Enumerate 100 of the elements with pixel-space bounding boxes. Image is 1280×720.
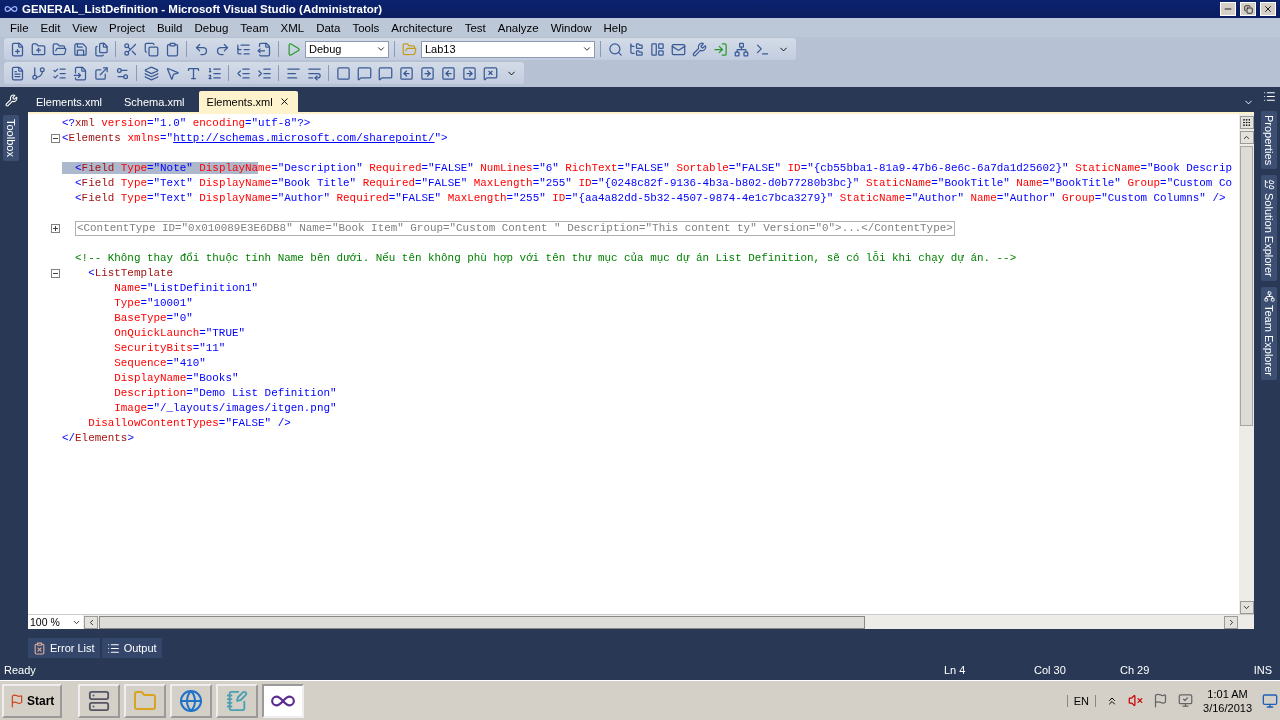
scrollbar-thumb[interactable] (1240, 146, 1253, 426)
document-tab[interactable]: Elements.xml (198, 91, 298, 112)
file-arrow-icon[interactable] (255, 40, 273, 58)
caret-icon (376, 44, 386, 54)
menu-item[interactable]: Debug (188, 21, 235, 34)
list-icon (106, 641, 120, 655)
project-dropdown[interactable]: Lab13 (421, 40, 595, 58)
collapse-icon[interactable] (50, 269, 60, 278)
menu-item[interactable]: Architecture (385, 21, 459, 34)
arrow-left-icon[interactable] (439, 64, 457, 82)
configuration-dropdown[interactable]: Debug (305, 40, 389, 58)
infinity-icon[interactable] (262, 683, 305, 718)
side-tab[interactable]: Team Explorer (1261, 286, 1277, 380)
show-desktop-icon[interactable] (1262, 692, 1278, 709)
code-line: DisplayName="Books" (113, 371, 239, 386)
collapsed-code[interactable]: <ContentType ID="0x010089E3E6DB8" Name="Book Item" Group="Custom Content " Description="This content ty" Version="0">...</ContentType> (75, 221, 955, 236)
panel-icon[interactable] (648, 40, 666, 58)
menu-item[interactable]: Test (458, 21, 492, 34)
close-icon[interactable] (278, 96, 290, 107)
code-line: SecurityBits="11" (113, 341, 226, 356)
side-tab[interactable]: Solution Explorer (1261, 175, 1277, 281)
menu-item[interactable]: Help (597, 21, 634, 34)
copy-icon[interactable] (142, 40, 160, 58)
menu-item[interactable]: View (66, 21, 104, 34)
side-tab[interactable]: Toolbox (3, 115, 19, 161)
flag-icon (10, 693, 24, 708)
restore-icon (1243, 4, 1253, 14)
document-tab[interactable]: Schema.xml (116, 91, 193, 112)
volume-muted-icon[interactable] (1128, 693, 1144, 708)
code-line: <Field Type="Text" DisplayName="Author" Required="FALSE" MaxLength="255" ID="{aa4a82dd-5b32-4507-9874-4e1c7bca3279}" StaticName="Author" Name="Author" Group="Custom Columns" /> (74, 191, 1226, 206)
split-handle-icon[interactable] (1239, 116, 1254, 129)
code-line: OnQuickLaunch="TRUE" (113, 326, 245, 341)
add-folder-icon[interactable] (29, 40, 47, 58)
tool-window-tab[interactable]: Error List (28, 638, 100, 658)
restore-button[interactable] (1240, 2, 1256, 16)
code-line: <Field Type="Note" DisplayName="Description" Required="FALSE" NumLines="6" RichText="FALSE" Sortable="FALSE" ID="{cb55bba1-81a9-47b6-8e6c-6a7da1d25602}" StaticName="Book Descrip (62, 161, 1232, 176)
document-tab[interactable]: Elements.xml (28, 91, 111, 112)
tools-icon[interactable] (2, 91, 20, 109)
open-folder-icon[interactable] (50, 40, 68, 58)
menu-item[interactable]: Analyze (491, 21, 545, 34)
rectangle-icon[interactable] (334, 64, 352, 82)
menu-item[interactable]: Build (150, 21, 189, 34)
cut-icon[interactable] (121, 40, 139, 58)
tool-window-tab[interactable]: Output (101, 638, 162, 658)
menu-item[interactable]: Window (544, 21, 598, 34)
menu-item[interactable]: XML (274, 21, 311, 34)
vertical-scrollbar[interactable] (1239, 114, 1254, 614)
code-line: Name="ListDefinition1" (113, 281, 259, 296)
layers-icon[interactable] (142, 64, 160, 82)
menu-item[interactable]: Data (310, 21, 347, 34)
external-link-icon[interactable] (92, 64, 110, 82)
arrow-right-icon[interactable] (418, 64, 436, 82)
window-title: GENERAL_ListDefinition - Microsoft Visual Studio (Administrator) (22, 3, 384, 15)
zoom-dropdown[interactable]: 100 % (28, 615, 83, 629)
scrollbar-thumb[interactable] (99, 615, 865, 629)
expand-icon[interactable] (50, 224, 60, 233)
language-indicator[interactable]: EN (1066, 694, 1097, 707)
clock[interactable]: 1:01 AM 3/16/2013 (1203, 686, 1252, 715)
globe-icon[interactable] (170, 683, 213, 718)
start-button[interactable]: Start (2, 683, 63, 718)
menu-item[interactable]: Project (103, 21, 151, 34)
network-icon[interactable] (732, 40, 750, 58)
save-icon[interactable] (71, 40, 89, 58)
comment-delete-icon[interactable] (481, 64, 499, 82)
close-button[interactable] (1260, 2, 1276, 16)
server-icon[interactable] (78, 683, 121, 718)
save-all-icon[interactable] (92, 40, 110, 58)
code-line: <Elements xmlns="http://schemas.microsoft.com/sharepoint/"> (62, 131, 448, 146)
network-icon[interactable] (1178, 693, 1194, 708)
scroll-down-icon[interactable] (1239, 601, 1254, 614)
scroll-up-icon[interactable] (1239, 131, 1254, 144)
flag-icon[interactable] (1153, 693, 1169, 708)
scroll-left-icon[interactable] (84, 615, 98, 629)
caret-icon (582, 44, 592, 54)
menu-item[interactable]: Team (234, 21, 275, 34)
file-input-icon[interactable] (71, 64, 89, 82)
code-line: <ListTemplate (87, 266, 174, 281)
close-icon (1263, 4, 1273, 14)
minimize-button[interactable] (1220, 2, 1236, 16)
code-line: <!-- Không thay đổi thuộc tính Name bên dưới. Nếu tên không phù hợp với tên thư mục của mục dự án List Definition, sẽ có lỗi khi chạy dự án. --> (74, 251, 1017, 266)
menu-item[interactable]: File (4, 21, 35, 34)
menu-item[interactable]: Edit (34, 21, 67, 34)
code-link[interactable]: http://schemas.microsoft.com/sharepoint/ (173, 132, 435, 144)
find-icon[interactable] (606, 40, 624, 58)
code-line: DisallowContentTypes="FALSE" /> (87, 416, 291, 431)
comment-icon[interactable] (376, 64, 394, 82)
scroll-right-icon[interactable] (1224, 615, 1238, 629)
branch-icon[interactable] (29, 64, 47, 82)
folder-tree-icon (1263, 179, 1275, 191)
clipboard-x-icon (33, 641, 46, 655)
code-line: Image="/_layouts/images/itgen.png" (113, 401, 337, 416)
arrow-left-icon[interactable] (397, 64, 415, 82)
side-tab[interactable]: Properties (1261, 111, 1277, 170)
folder-tree-icon[interactable] (627, 40, 645, 58)
tools-icon[interactable] (690, 40, 708, 58)
arrow-right-icon[interactable] (460, 64, 478, 82)
menu-item[interactable]: Tools (346, 21, 386, 34)
collapse-icon[interactable] (50, 134, 60, 143)
arrow-box-icon[interactable] (711, 40, 729, 58)
comment-icon[interactable] (355, 64, 373, 82)
